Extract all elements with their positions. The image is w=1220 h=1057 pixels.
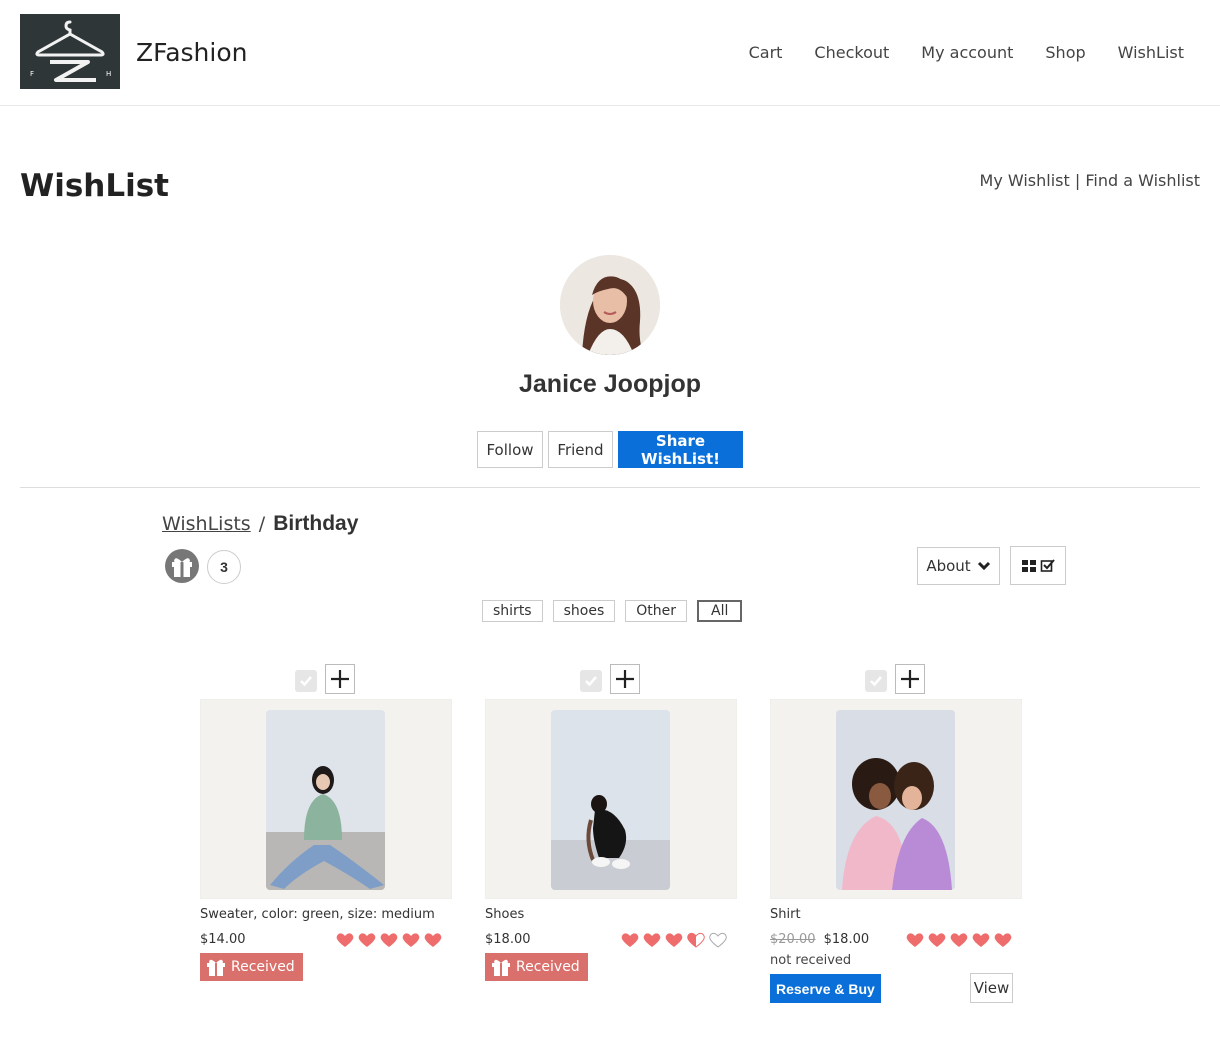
item-count-badge: 3 bbox=[207, 550, 241, 584]
about-label: About bbox=[926, 557, 971, 575]
product-name[interactable]: Shirt bbox=[770, 907, 801, 922]
add-button[interactable] bbox=[325, 664, 355, 694]
product-price: $18.00 bbox=[485, 932, 531, 947]
share-wishlist-button[interactable]: Share WishList! bbox=[618, 431, 743, 468]
rating-hearts bbox=[906, 932, 1012, 948]
product-image-frame[interactable] bbox=[770, 699, 1022, 899]
filter-other[interactable]: Other bbox=[625, 600, 688, 622]
filter-all[interactable]: All bbox=[697, 600, 743, 622]
heart-full-icon bbox=[358, 933, 376, 947]
select-checkbox[interactable] bbox=[865, 670, 887, 692]
product-image-frame[interactable] bbox=[200, 699, 452, 899]
heart-full-icon bbox=[380, 933, 398, 947]
about-dropdown[interactable]: About bbox=[917, 547, 1000, 585]
plus-icon bbox=[901, 670, 919, 688]
profile-name: Janice Joopjop bbox=[519, 370, 701, 398]
category-filters: shirts shoes Other All bbox=[482, 600, 743, 622]
heart-full-icon bbox=[424, 933, 442, 947]
product-price: $14.00 bbox=[200, 932, 246, 947]
original-price: $20.00 bbox=[770, 932, 816, 947]
received-badge: Received bbox=[200, 953, 303, 981]
link-separator: | bbox=[1074, 171, 1081, 190]
card-controls bbox=[295, 664, 355, 694]
grid-icon bbox=[1021, 559, 1036, 572]
plus-icon bbox=[331, 670, 349, 688]
check-square-icon bbox=[1040, 558, 1055, 572]
breadcrumb: WishLists / Birthday bbox=[162, 512, 358, 536]
page-title: WishList bbox=[20, 168, 169, 204]
filter-shirts[interactable]: shirts bbox=[482, 600, 543, 622]
my-wishlist-link[interactable]: My Wishlist bbox=[980, 171, 1070, 190]
rating-hearts bbox=[336, 932, 442, 948]
product-price: $20.00 $18.00 bbox=[770, 932, 869, 947]
check-icon bbox=[870, 676, 882, 687]
section-divider bbox=[20, 487, 1200, 488]
check-icon bbox=[585, 676, 597, 687]
site-header: F H ZFashion Cart Checkout My account Sh… bbox=[0, 0, 1220, 106]
nav-shop[interactable]: Shop bbox=[1045, 43, 1085, 62]
gift-icon bbox=[207, 959, 225, 976]
heart-full-icon bbox=[928, 933, 946, 947]
heart-full-icon bbox=[972, 933, 990, 947]
view-button[interactable]: View bbox=[970, 973, 1013, 1003]
rating-hearts bbox=[621, 932, 727, 948]
card-controls bbox=[865, 664, 925, 694]
heart-full-icon bbox=[950, 933, 968, 947]
breadcrumb-wishlists-link[interactable]: WishLists bbox=[162, 513, 251, 535]
product-image-frame[interactable] bbox=[485, 699, 737, 899]
card-controls bbox=[580, 664, 640, 694]
heart-full-icon bbox=[906, 933, 924, 947]
filter-shoes[interactable]: shoes bbox=[552, 600, 616, 622]
plus-icon bbox=[616, 670, 634, 688]
gift-icon bbox=[492, 959, 510, 976]
sale-price: $18.00 bbox=[823, 932, 870, 947]
nav-wishlist[interactable]: WishList bbox=[1118, 43, 1184, 62]
chevron-down-icon bbox=[977, 561, 990, 571]
check-icon bbox=[300, 676, 312, 687]
site-logo[interactable]: F H bbox=[20, 14, 120, 89]
nav-cart[interactable]: Cart bbox=[749, 43, 783, 62]
product-name[interactable]: Sweater, color: green, size: medium bbox=[200, 907, 435, 922]
reserve-buy-button[interactable]: Reserve & Buy bbox=[770, 974, 881, 1003]
main-nav: Cart Checkout My account Shop WishList bbox=[749, 43, 1184, 62]
heart-half-icon bbox=[687, 932, 705, 948]
product-image[interactable] bbox=[551, 710, 670, 890]
svg-text:F: F bbox=[30, 70, 34, 78]
product-image[interactable] bbox=[266, 710, 385, 890]
heart-full-icon bbox=[994, 933, 1012, 947]
gift-icon bbox=[165, 549, 199, 583]
status-text: not received bbox=[770, 953, 852, 968]
received-label: Received bbox=[231, 959, 295, 975]
add-button[interactable] bbox=[895, 664, 925, 694]
heart-full-icon bbox=[402, 933, 420, 947]
view-toggle-button[interactable] bbox=[1010, 546, 1066, 585]
nav-my-account[interactable]: My account bbox=[921, 43, 1013, 62]
friend-button[interactable]: Friend bbox=[548, 431, 613, 468]
received-badge: Received bbox=[485, 953, 588, 981]
nav-checkout[interactable]: Checkout bbox=[814, 43, 889, 62]
profile-avatar bbox=[560, 255, 660, 355]
heart-full-icon bbox=[621, 933, 639, 947]
heart-empty-icon bbox=[709, 932, 727, 948]
heart-full-icon bbox=[643, 933, 661, 947]
heart-full-icon bbox=[336, 933, 354, 947]
heart-full-icon bbox=[665, 933, 683, 947]
product-name[interactable]: Shoes bbox=[485, 907, 524, 922]
product-image[interactable] bbox=[836, 710, 955, 890]
wishlist-links: My Wishlist | Find a Wishlist bbox=[980, 171, 1200, 190]
follow-button[interactable]: Follow bbox=[477, 431, 543, 468]
select-checkbox[interactable] bbox=[295, 670, 317, 692]
select-checkbox[interactable] bbox=[580, 670, 602, 692]
received-label: Received bbox=[516, 959, 580, 975]
svg-text:H: H bbox=[106, 70, 111, 78]
breadcrumb-current: Birthday bbox=[273, 512, 359, 535]
find-wishlist-link[interactable]: Find a Wishlist bbox=[1085, 171, 1200, 190]
breadcrumb-separator: / bbox=[258, 513, 266, 535]
add-button[interactable] bbox=[610, 664, 640, 694]
site-title[interactable]: ZFashion bbox=[136, 38, 248, 67]
